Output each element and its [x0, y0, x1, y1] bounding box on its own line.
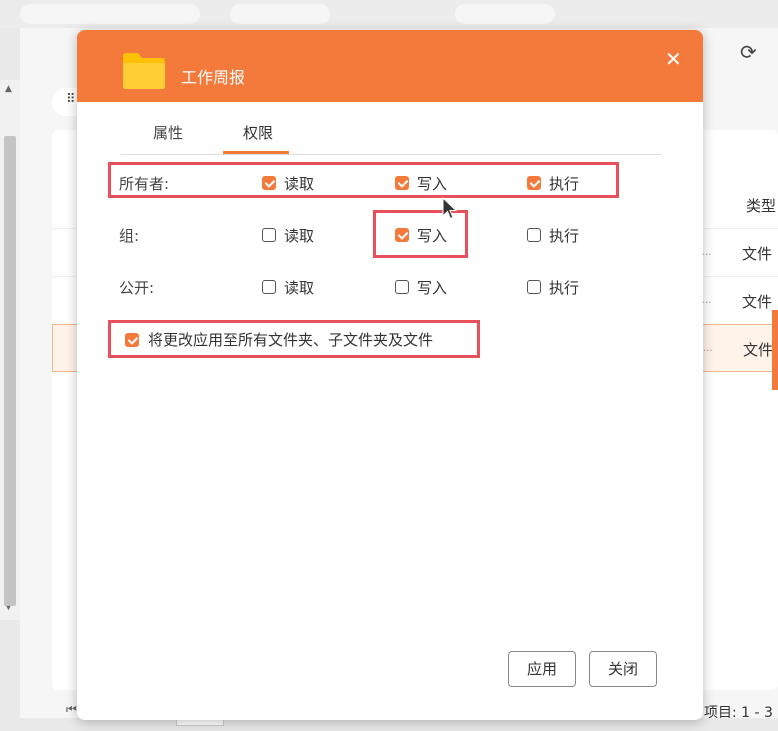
owner-exec-label[interactable]: 执行	[549, 173, 579, 194]
scroll-up-icon[interactable]: ▲	[5, 84, 12, 94]
public-write-checkbox[interactable]	[395, 280, 409, 294]
group-read-checkbox[interactable]	[262, 228, 276, 242]
row-dots: ...	[703, 343, 713, 354]
group-exec-checkbox[interactable]	[527, 228, 541, 242]
owner-exec-checkbox[interactable]	[527, 176, 541, 190]
active-tab-indicator	[223, 151, 289, 154]
group-read-label[interactable]: 读取	[284, 225, 314, 246]
background-tab	[20, 4, 200, 24]
public-exec-checkbox[interactable]	[527, 280, 541, 294]
row-type: 文件	[742, 341, 773, 359]
background-scrollbar-thumb[interactable]	[4, 136, 16, 606]
background-accent-strip	[772, 310, 778, 390]
close-icon[interactable]: ✕	[665, 47, 682, 71]
owner-label: 所有者:	[119, 175, 170, 193]
owner-write-label[interactable]: 写入	[417, 173, 447, 194]
apply-button[interactable]: 应用	[508, 651, 576, 687]
group-write-label[interactable]: 写入	[417, 225, 447, 246]
public-exec-label[interactable]: 执行	[549, 277, 579, 298]
public-read-checkbox[interactable]	[262, 280, 276, 294]
background-tabbar	[0, 0, 778, 28]
owner-read-label[interactable]: 读取	[284, 173, 314, 194]
folder-icon	[123, 53, 165, 89]
tab-permissions[interactable]: 权限	[243, 122, 273, 143]
row-dots: ...	[702, 247, 712, 258]
dialog-header: 工作周报 ✕	[77, 30, 703, 102]
row-type: 文件	[741, 245, 772, 263]
mouse-cursor-icon	[442, 197, 458, 220]
close-button[interactable]: 关闭	[589, 651, 657, 687]
apply-recursive-label[interactable]: 将更改应用至所有文件夹、子文件夹及文件	[148, 329, 433, 350]
public-read-label[interactable]: 读取	[284, 277, 314, 298]
dialog-title: 工作周报	[181, 68, 246, 87]
group-exec-label[interactable]: 执行	[549, 225, 579, 246]
row-dots: ...	[702, 295, 712, 306]
public-label: 公开:	[119, 279, 155, 297]
row-type: 文件	[741, 293, 772, 311]
group-label: 组:	[119, 227, 140, 245]
apply-recursive-checkbox[interactable]	[125, 333, 139, 347]
dialog-tabs: 属性 权限	[121, 110, 661, 155]
grid-icon: ⠿	[66, 92, 76, 107]
item-count: 项目: 1 - 3	[704, 705, 773, 721]
first-page-icon[interactable]: ⏮	[66, 702, 77, 717]
public-write-label[interactable]: 写入	[417, 277, 447, 298]
owner-row-highlight	[108, 162, 619, 198]
group-write-checkbox[interactable]	[395, 228, 409, 242]
tab-properties[interactable]: 属性	[153, 122, 183, 143]
refresh-icon[interactable]: ⟳	[740, 40, 757, 64]
column-header-type[interactable]: 类型	[746, 195, 776, 216]
background-tab	[230, 4, 330, 24]
background-tab	[455, 4, 555, 24]
owner-read-checkbox[interactable]	[262, 176, 276, 190]
permissions-dialog: 工作周报 ✕ 属性 权限 所有者: 读取 写入 执行 组: 读取 写入 执行 公…	[77, 30, 703, 720]
owner-write-checkbox[interactable]	[395, 176, 409, 190]
